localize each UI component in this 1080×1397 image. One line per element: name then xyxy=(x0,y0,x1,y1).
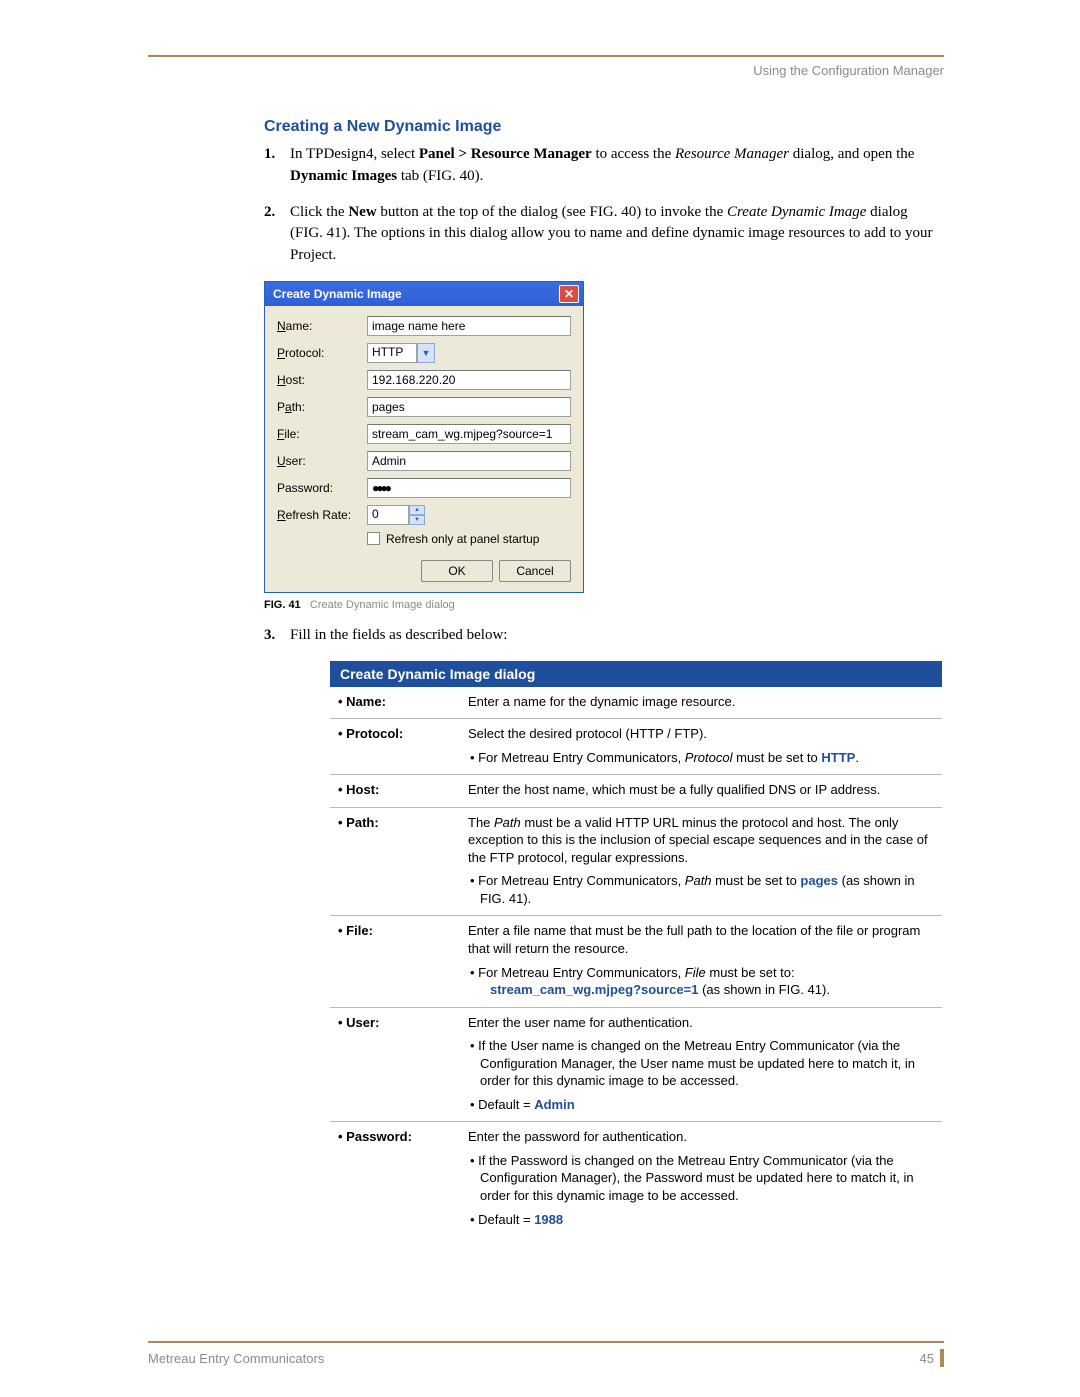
dialog-titlebar: Create Dynamic Image ✕ xyxy=(265,282,583,306)
figure-text: Create Dynamic Image dialog xyxy=(310,599,455,611)
row-user-label: User: xyxy=(330,1007,460,1122)
close-icon[interactable]: ✕ xyxy=(559,285,579,303)
page-footer: Metreau Entry Communicators 45 xyxy=(148,1341,944,1367)
main-content: Creating a New Dynamic Image In TPDesign… xyxy=(264,118,944,1236)
page-content: Using the Configuration Manager Creating… xyxy=(148,55,944,1236)
user-label: User: xyxy=(277,454,367,468)
chevron-down-icon[interactable]: ▼ xyxy=(417,343,435,363)
chevron-up-icon[interactable]: ▲ xyxy=(409,505,425,515)
table-row: Host: Enter the host name, which must be… xyxy=(330,775,942,808)
row-host-desc: Enter the host name, which must be a ful… xyxy=(460,775,942,808)
table-row: Password: Enter the password for authent… xyxy=(330,1122,942,1236)
password-input[interactable]: ●●●● xyxy=(367,478,571,498)
dialog-figure: Create Dynamic Image ✕ Name: image name … xyxy=(264,281,944,593)
step-3: Fill in the fields as described below: xyxy=(264,625,944,647)
chevron-down-icon[interactable]: ▼ xyxy=(409,515,425,525)
row-path-label: Path: xyxy=(330,807,460,916)
table-row: Protocol: Select the desired protocol (H… xyxy=(330,719,942,775)
row-name-label: Name: xyxy=(330,687,460,719)
protocol-label: Protocol: xyxy=(277,346,367,360)
refresh-spinner[interactable]: ▲▼ xyxy=(409,505,425,525)
row-path-desc: The Path must be a valid HTTP URL minus … xyxy=(460,807,942,916)
row-host-label: Host: xyxy=(330,775,460,808)
path-label: Path: xyxy=(277,400,367,414)
steps-list: In TPDesign4, select Panel > Resource Ma… xyxy=(264,144,944,267)
figure-label: FIG. 41 xyxy=(264,599,301,611)
refresh-startup-label: Refresh only at panel startup xyxy=(386,532,539,546)
footer-mark-icon xyxy=(940,1349,944,1367)
refresh-input[interactable]: 0 xyxy=(367,505,409,525)
user-input[interactable]: Admin xyxy=(367,451,571,471)
password-label: Password: xyxy=(277,481,367,495)
dialog-body: Name: image name here Protocol: HTTP ▼ H… xyxy=(265,306,583,592)
host-label: Host: xyxy=(277,373,367,387)
path-input[interactable]: pages xyxy=(367,397,571,417)
desc-table-header: Create Dynamic Image dialog xyxy=(330,661,942,687)
dialog-title: Create Dynamic Image xyxy=(273,287,402,301)
section-heading: Creating a New Dynamic Image xyxy=(264,118,944,136)
step-2: Click the New button at the top of the d… xyxy=(264,202,944,267)
file-input[interactable]: stream_cam_wg.mjpeg?source=1 xyxy=(367,424,571,444)
row-protocol-desc: Select the desired protocol (HTTP / FTP)… xyxy=(460,719,942,775)
row-user-desc: Enter the user name for authentication. … xyxy=(460,1007,942,1122)
desc-table: Create Dynamic Image dialog Name: Enter … xyxy=(330,661,942,1237)
table-row: File: Enter a file name that must be the… xyxy=(330,916,942,1007)
row-file-label: File: xyxy=(330,916,460,1007)
name-input[interactable]: image name here xyxy=(367,316,571,336)
refresh-startup-checkbox[interactable] xyxy=(367,532,380,545)
row-password-desc: Enter the password for authentication. I… xyxy=(460,1122,942,1236)
protocol-select[interactable]: HTTP xyxy=(367,343,417,363)
cancel-button[interactable]: Cancel xyxy=(499,560,571,582)
file-label: File: xyxy=(277,427,367,441)
steps-list-cont: Fill in the fields as described below: xyxy=(264,625,944,647)
ok-button[interactable]: OK xyxy=(421,560,493,582)
row-name-desc: Enter a name for the dynamic image resou… xyxy=(460,687,942,719)
row-password-label: Password: xyxy=(330,1122,460,1236)
step-1: In TPDesign4, select Panel > Resource Ma… xyxy=(264,144,944,188)
row-protocol-label: Protocol: xyxy=(330,719,460,775)
create-dynamic-image-dialog: Create Dynamic Image ✕ Name: image name … xyxy=(264,281,584,593)
host-input[interactable]: 192.168.220.20 xyxy=(367,370,571,390)
page-number: 45 xyxy=(920,1351,934,1366)
top-rule xyxy=(148,55,944,57)
row-file-desc: Enter a file name that must be the full … xyxy=(460,916,942,1007)
table-row: User: Enter the user name for authentica… xyxy=(330,1007,942,1122)
name-label: Name: xyxy=(277,319,367,333)
figure-caption: FIG. 41 Create Dynamic Image dialog xyxy=(264,599,944,611)
running-header: Using the Configuration Manager xyxy=(148,63,944,78)
desc-table-wrap: Create Dynamic Image dialog Name: Enter … xyxy=(330,661,942,1237)
table-row: Path: The Path must be a valid HTTP URL … xyxy=(330,807,942,916)
footer-left: Metreau Entry Communicators xyxy=(148,1351,324,1366)
table-row: Name: Enter a name for the dynamic image… xyxy=(330,687,942,719)
refresh-label: Refresh Rate: xyxy=(277,508,367,522)
